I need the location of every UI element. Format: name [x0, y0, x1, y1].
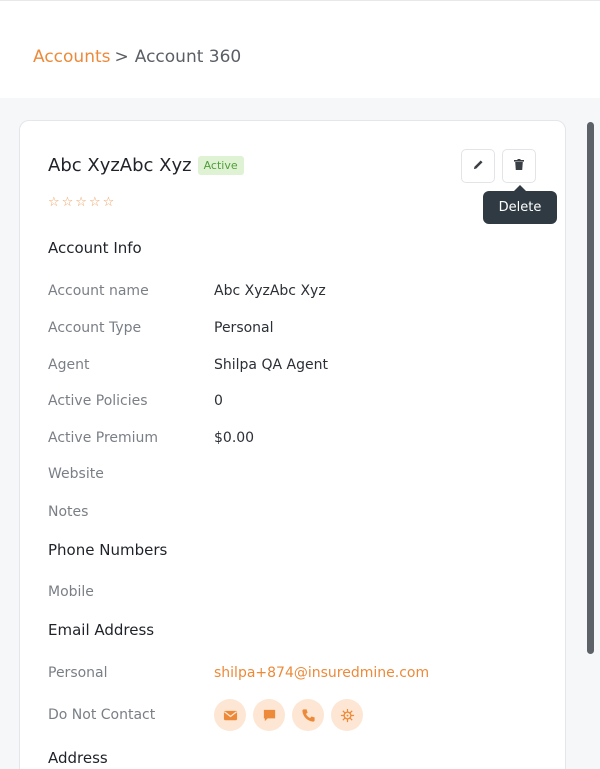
account-title-row: Abc XyzAbc Xyz Active: [48, 155, 244, 176]
trash-icon: [514, 159, 524, 173]
rating-stars[interactable]: ☆☆☆☆☆: [48, 195, 116, 210]
mail-icon[interactable]: [214, 699, 246, 731]
account-card: Abc XyzAbc Xyz Active ☆☆☆☆☆ Delete Accou…: [19, 120, 566, 769]
personal-email-link[interactable]: shilpa+874@insuredmine.com: [214, 665, 429, 681]
website-label: Website: [48, 466, 104, 482]
section-phone-numbers: Phone Numbers: [48, 541, 168, 559]
account-type-value: Personal: [214, 320, 274, 336]
virus-icon[interactable]: [331, 699, 363, 731]
active-policies-label: Active Policies: [48, 393, 148, 409]
status-badge: Active: [197, 156, 244, 175]
agent-value: Shilpa QA Agent: [214, 357, 328, 373]
delete-button[interactable]: [502, 149, 536, 183]
section-account-info: Account Info: [48, 239, 142, 257]
account-name-value: Abc XyzAbc Xyz: [214, 283, 326, 299]
breadcrumb: Accounts > Account 360: [33, 47, 241, 67]
section-address: Address: [48, 749, 108, 767]
account-name-label: Account name: [48, 283, 149, 299]
section-email-address: Email Address: [48, 621, 155, 639]
personal-email-label: Personal: [48, 665, 108, 681]
edit-button[interactable]: [461, 149, 495, 183]
notes-label: Notes: [48, 504, 89, 520]
mobile-label: Mobile: [48, 584, 94, 600]
account-type-label: Account Type: [48, 320, 142, 336]
chat-icon[interactable]: [253, 699, 285, 731]
active-policies-value: 0: [214, 393, 223, 409]
phone-icon[interactable]: [292, 699, 324, 731]
account-title: Abc XyzAbc Xyz: [48, 155, 192, 176]
breadcrumb-accounts-link[interactable]: Accounts: [33, 47, 111, 67]
active-premium-value: $0.00: [214, 430, 255, 446]
agent-label: Agent: [48, 357, 90, 373]
breadcrumb-current: Account 360: [134, 47, 242, 67]
do-not-contact-icons: [214, 699, 363, 731]
delete-tooltip: Delete: [483, 185, 557, 224]
scrollbar-thumb[interactable]: [587, 122, 594, 654]
page-header: Accounts > Account 360: [0, 0, 600, 98]
pencil-icon: [473, 159, 484, 173]
active-premium-label: Active Premium: [48, 430, 159, 446]
breadcrumb-separator: >: [114, 47, 129, 67]
do-not-contact-label: Do Not Contact: [48, 707, 156, 723]
